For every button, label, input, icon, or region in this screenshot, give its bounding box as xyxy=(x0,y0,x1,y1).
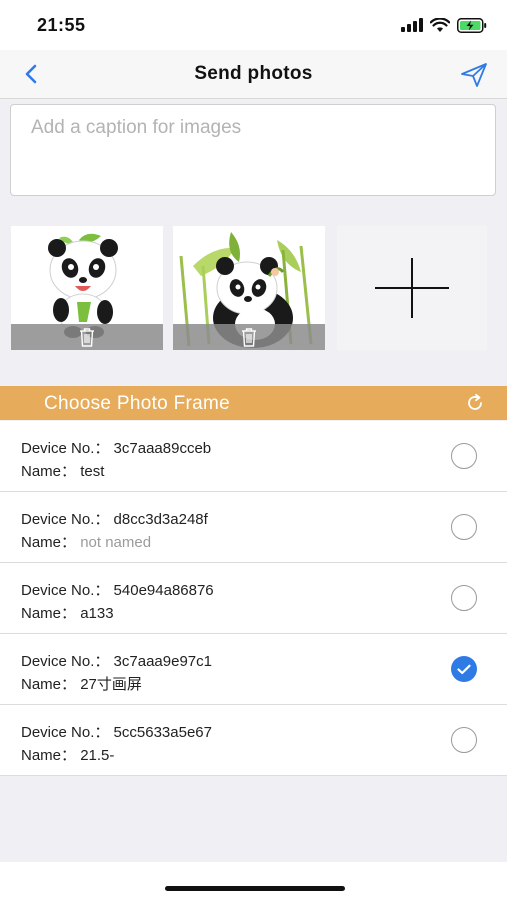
device-row[interactable]: Device No.： 3c7aaa89cceb Name： test xyxy=(0,421,507,492)
refresh-icon xyxy=(468,393,482,410)
status-bar: 21:55 xyxy=(0,0,507,50)
device-number: Device No.： 5cc5633a5e67 xyxy=(21,724,212,741)
send-icon xyxy=(461,63,487,87)
status-icons xyxy=(401,16,487,34)
home-indicator-area xyxy=(0,862,507,900)
device-name: Name： not named xyxy=(21,534,152,551)
radio-button[interactable] xyxy=(451,443,477,469)
delete-photo-button[interactable] xyxy=(11,324,163,350)
caption-input[interactable] xyxy=(10,104,496,196)
device-name: Name： a133 xyxy=(21,605,114,622)
device-number: Device No.： 3c7aaa89cceb xyxy=(21,440,212,457)
checkmark-icon xyxy=(457,664,471,674)
device-number: Device No.： 540e94a86876 xyxy=(21,582,214,599)
nav-bar: Send photos xyxy=(0,50,507,99)
device-list: Device No.： 3c7aaa89cceb Name： test Devi… xyxy=(0,421,507,776)
delete-photo-button[interactable] xyxy=(173,324,325,350)
device-row[interactable]: Device No.： 5cc5633a5e67 Name： 21.5- xyxy=(0,705,507,776)
trash-icon xyxy=(80,328,94,347)
signal-icon xyxy=(401,18,423,32)
device-row[interactable]: Device No.： 540e94a86876 Name： a133 xyxy=(0,563,507,634)
photo-thumbnail[interactable] xyxy=(173,226,325,350)
compose-area xyxy=(0,99,507,385)
home-indicator[interactable] xyxy=(165,886,345,891)
plus-icon xyxy=(375,258,449,318)
page-title: Send photos xyxy=(194,63,313,84)
trash-icon xyxy=(242,328,256,347)
device-row[interactable]: Device No.： 3c7aaa9e97c1 Name： 27寸画屏 xyxy=(0,634,507,705)
radio-button[interactable] xyxy=(451,514,477,540)
send-button[interactable] xyxy=(457,60,491,90)
battery-charging-icon xyxy=(457,17,487,33)
device-number: Device No.： 3c7aaa9e97c1 xyxy=(21,653,212,670)
status-time: 21:55 xyxy=(37,15,86,35)
device-number: Device No.： d8cc3d3a248f xyxy=(21,511,208,528)
photo-thumbnail[interactable] xyxy=(11,226,163,350)
device-name: Name： 21.5- xyxy=(21,747,115,764)
device-name: Name： 27寸画屏 xyxy=(21,676,142,693)
radio-button-selected[interactable] xyxy=(451,656,477,682)
radio-button[interactable] xyxy=(451,727,477,753)
device-row[interactable]: Device No.： d8cc3d3a248f Name： not named xyxy=(0,492,507,563)
wifi-icon xyxy=(430,17,450,32)
add-photo-button[interactable] xyxy=(337,226,487,350)
refresh-button[interactable] xyxy=(463,392,487,414)
device-name: Name： test xyxy=(21,463,105,480)
radio-button[interactable] xyxy=(451,585,477,611)
frame-section-header: Choose Photo Frame xyxy=(0,386,507,420)
frame-section-title: Choose Photo Frame xyxy=(44,393,230,414)
